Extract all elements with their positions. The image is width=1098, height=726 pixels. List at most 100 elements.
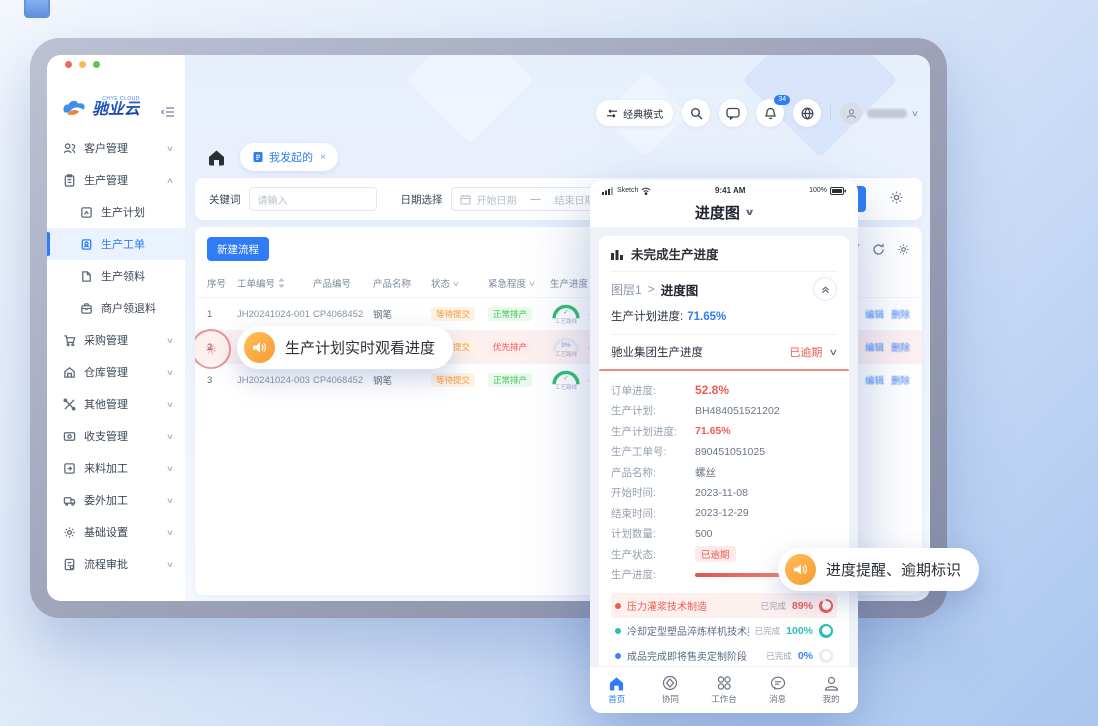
date-label: 日期选择 bbox=[401, 192, 443, 207]
signal-icon bbox=[602, 187, 614, 195]
status-badge: 等待提交 bbox=[431, 373, 475, 387]
notification-badge: 34 bbox=[774, 95, 790, 105]
sidebar-item-approval[interactable]: 流程审批∨ bbox=[47, 548, 185, 580]
delete-link[interactable]: 删除 bbox=[891, 373, 910, 387]
keyword-input[interactable]: 请输入 bbox=[249, 187, 377, 211]
progress-card: 未完成生产进度 图层1 > 进度图 生产计划进度:71.65% 驰业集团生产进度… bbox=[599, 236, 849, 666]
col-header[interactable]: 产品编号 bbox=[313, 276, 373, 290]
search-button[interactable] bbox=[682, 99, 710, 127]
sidebar-item-label: 客户管理 bbox=[84, 140, 128, 156]
phone-page-title[interactable]: 进度图 ∨ bbox=[590, 197, 858, 228]
speaker-icon bbox=[785, 554, 816, 585]
collapse-panel-button[interactable] bbox=[813, 277, 837, 301]
subtask-row[interactable]: 冷却定型塑品淬炼样机技术奥秘 已完成 100% bbox=[611, 618, 837, 643]
subtask-percent: 100% bbox=[786, 625, 813, 637]
gear-icon bbox=[63, 526, 76, 539]
edit-link[interactable]: 编辑 bbox=[865, 373, 884, 387]
production-progress-bar bbox=[695, 573, 787, 577]
gauge-process-check: ✓ 工艺路线 bbox=[550, 369, 582, 392]
col-header[interactable]: 序号 bbox=[207, 276, 237, 290]
maximize-window-icon[interactable] bbox=[93, 61, 100, 68]
production-status-badge: 已逾期 bbox=[695, 546, 736, 562]
delete-link[interactable]: 删除 bbox=[891, 340, 910, 354]
table-settings-gear-icon[interactable] bbox=[897, 243, 910, 256]
date-end-placeholder: 结束日期 bbox=[555, 192, 595, 207]
edit-link[interactable]: 编辑 bbox=[865, 307, 884, 321]
chevron-up-icon: ∧ bbox=[166, 176, 174, 185]
edit-link[interactable]: 编辑 bbox=[865, 340, 884, 354]
warehouse-icon bbox=[63, 366, 76, 379]
user-menu[interactable]: ∨ bbox=[840, 102, 918, 124]
sidebar-item-settings[interactable]: 基础设置∨ bbox=[47, 516, 185, 548]
close-window-icon[interactable] bbox=[65, 61, 72, 68]
sidebar-item-work-order[interactable]: 生产工单 bbox=[47, 228, 185, 260]
nav-messages[interactable]: 消息 bbox=[751, 676, 805, 705]
sidebar-item-warehouse[interactable]: 仓库管理∨ bbox=[47, 356, 185, 388]
card-title: 未完成生产进度 bbox=[631, 244, 719, 263]
sidebar-item-purchasing[interactable]: 采购管理∨ bbox=[47, 324, 185, 356]
clock-label: 9:41 AM bbox=[651, 186, 809, 195]
group-progress-header[interactable]: 驰业集团生产进度 已逾期 ∨ bbox=[611, 334, 837, 369]
sidebar-item-finance[interactable]: 收支管理∨ bbox=[47, 420, 185, 452]
col-header-sortable[interactable]: 工单编号 bbox=[237, 276, 313, 290]
nav-workbench[interactable]: 工作台 bbox=[697, 675, 751, 705]
status-badge: 等待提交 bbox=[431, 307, 475, 321]
messages-button[interactable] bbox=[719, 99, 747, 127]
sidebar-item-customer-mgmt[interactable]: 客户管理∨ bbox=[47, 132, 185, 164]
home-tab-icon[interactable] bbox=[207, 149, 226, 166]
sidebar-item-label: 生产领料 bbox=[101, 268, 145, 284]
plan-progress-line: 生产计划进度:71.65% bbox=[611, 306, 837, 334]
plan-progress-value: 71.65% bbox=[687, 311, 726, 323]
tooltip-text: 生产计划实时观看进度 bbox=[285, 337, 435, 358]
col-header-filterable[interactable]: 紧急程度∨ bbox=[488, 276, 550, 290]
window-controls[interactable] bbox=[65, 61, 100, 68]
status-dot bbox=[615, 628, 621, 634]
sidebar-item-production-plan[interactable]: 生产计划 bbox=[47, 196, 185, 228]
subtask-row[interactable]: 压力灌浆技术制造 已完成 89% bbox=[611, 593, 837, 618]
sidebar-item-production-mgmt[interactable]: 生产管理∧ bbox=[47, 164, 185, 196]
filter-settings-gear-icon[interactable] bbox=[889, 190, 904, 205]
minimize-window-icon[interactable] bbox=[79, 61, 86, 68]
tools-icon bbox=[63, 398, 76, 411]
sidebar-item-incoming-processing[interactable]: 来料加工∨ bbox=[47, 452, 185, 484]
sidebar-item-other-mgmt[interactable]: 其他管理∨ bbox=[47, 388, 185, 420]
col-header[interactable]: 产品名称 bbox=[373, 276, 431, 290]
delete-link[interactable]: 删除 bbox=[891, 307, 910, 321]
sidebar: CHYE CLOUD 驰业云 客户管理∨ 生产管理∧ bbox=[47, 55, 185, 601]
work-order-icon bbox=[80, 238, 93, 251]
collab-icon bbox=[662, 675, 678, 691]
top-toolbar: 经典模式 34 bbox=[596, 99, 918, 127]
classic-mode-button[interactable]: 经典模式 bbox=[596, 100, 673, 126]
subtask-name: 成品完成即将售卖定制阶段 bbox=[627, 648, 760, 663]
nav-collab[interactable]: 协同 bbox=[644, 675, 698, 705]
new-process-button[interactable]: 新建流程 bbox=[207, 237, 269, 261]
nav-profile[interactable]: 我的 bbox=[804, 676, 858, 705]
row-index: 3 bbox=[207, 375, 237, 386]
tooltip-overdue-remind: 进度提醒、逾期标识 bbox=[778, 548, 979, 591]
chevron-down-icon: ∨ bbox=[166, 560, 174, 569]
notifications-button[interactable]: 34 bbox=[756, 99, 784, 127]
decorative-corner-icon bbox=[24, 0, 50, 18]
bell-icon bbox=[764, 106, 777, 120]
wifi-icon bbox=[641, 187, 651, 195]
tab-my-initiated[interactable]: 我发起的 × bbox=[240, 143, 338, 171]
col-header-filterable[interactable]: 状态∨ bbox=[431, 276, 488, 290]
sidebar-item-label: 采购管理 bbox=[84, 332, 128, 348]
classic-mode-label: 经典模式 bbox=[623, 106, 663, 121]
money-icon bbox=[63, 430, 76, 443]
close-tab-icon[interactable]: × bbox=[320, 152, 326, 163]
chevron-down-icon: ∨ bbox=[911, 109, 919, 118]
refresh-icon[interactable] bbox=[872, 243, 885, 256]
collapse-sidebar-icon[interactable] bbox=[161, 106, 175, 118]
breadcrumb-current: 进度图 bbox=[661, 280, 699, 299]
battery-percent: 100% bbox=[809, 187, 827, 194]
sidebar-item-outsourcing[interactable]: 委外加工∨ bbox=[47, 484, 185, 516]
sidebar-item-merchant-return[interactable]: 商户领退料 bbox=[47, 292, 185, 324]
sidebar-item-material-request[interactable]: 生产领料 bbox=[47, 260, 185, 292]
tab-bar: 我发起的 × bbox=[207, 143, 338, 171]
nav-home[interactable]: 首页 bbox=[590, 676, 644, 705]
language-button[interactable] bbox=[793, 99, 821, 127]
order-number: JH20241024-003 bbox=[237, 375, 313, 386]
subtask-row[interactable]: 成品完成即将售卖定制阶段 已完成 0% bbox=[611, 643, 837, 666]
breadcrumb-layer[interactable]: 图层1 bbox=[611, 281, 642, 298]
